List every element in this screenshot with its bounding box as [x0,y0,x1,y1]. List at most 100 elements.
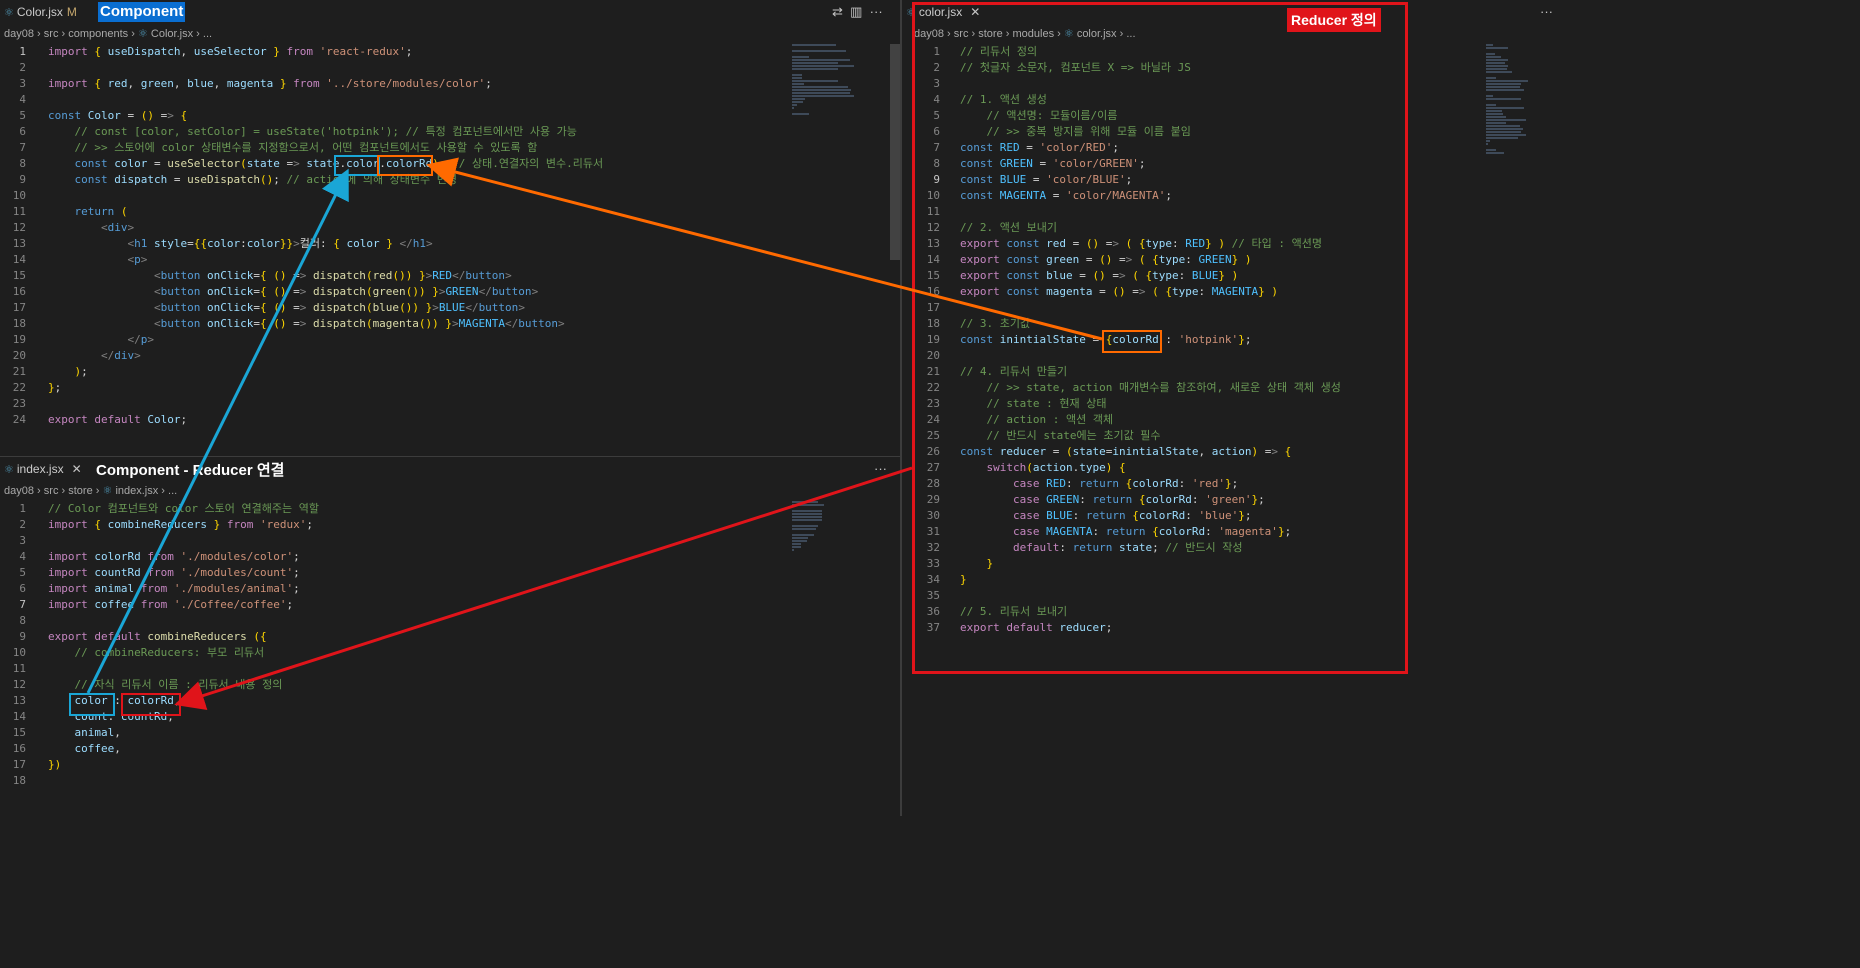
minimap-line [1486,143,1488,145]
code-line[interactable]: 18 [0,773,780,789]
tab-color-jsx[interactable]: ⚛ Color.jsx M [0,0,98,24]
breadcrumb-item[interactable]: ... [203,28,212,40]
minimap-line [792,50,846,52]
editor-color-jsx: ⚛ Color.jsx M Component ⇄ ▥ ··· day08 › sr… [0,0,900,456]
code-line[interactable]: 16 <button onClick={ () => dispatch(gree… [0,284,780,300]
code-line[interactable]: 17}) [0,757,780,773]
minimap-line [1486,137,1518,139]
line-text: // >> 스토어에 color 상태변수를 지정함으로서, 어떤 컴포넌트에서… [74,141,538,154]
code-line[interactable]: 20 </div> [0,348,780,364]
tab-index-jsx[interactable]: ⚛ index.jsx ✕ [0,457,92,481]
code-line[interactable]: 11 return ( [0,204,780,220]
code-line[interactable]: 1 // Color 컴포넌트와 color 스토어 연결해주는 역할 [0,501,780,517]
code-line[interactable]: 4 [0,92,780,108]
code-line[interactable]: 9 export default combineReducers ({ [0,629,780,645]
breadcrumb-item[interactable]: ⚛ Color.jsx [138,28,193,40]
minimap-line [1486,71,1512,73]
code-line[interactable]: 19 </p> [0,332,780,348]
chevron-right-icon: › [37,28,41,40]
breadcrumb-item[interactable]: ⚛ index.jsx [103,485,159,497]
code-line[interactable]: 16 coffee, [0,741,780,757]
code-line[interactable]: 17 <button onClick={ () => dispatch(blue… [0,300,780,316]
breadcrumb: day08 › src › store › ⚛ index.jsx › ... [4,483,177,499]
close-icon[interactable]: ✕ [72,462,82,476]
more-icon[interactable]: ··· [1540,0,1553,24]
code-line[interactable]: 5 import countRd from './modules/count'; [0,565,780,581]
code-line[interactable]: 3 import { red, green, blue, magenta } fr… [0,76,780,92]
compare-icon[interactable]: ⇄ [832,4,843,19]
minimap-line [1486,116,1506,118]
line-number: 6 [19,582,26,595]
minimap-line [792,516,823,518]
scrollbar[interactable] [890,44,900,260]
line-number: 17 [12,758,26,771]
breadcrumb-item[interactable]: ... [168,485,177,497]
code-line[interactable]: 14 count: countRd, [0,709,780,725]
line-text: <div> [100,221,135,234]
line-number: 5 [19,109,26,122]
line-number: 7 [19,598,26,611]
code-line[interactable]: 13 <h1 style={{color:color}}>컬러: { color… [0,236,780,252]
code-line[interactable]: 15 animal, [0,725,780,741]
code-line[interactable]: 3 [0,533,780,549]
line-text: <button onClick={ () => dispatch(green()… [153,285,539,298]
breadcrumb-item[interactable]: day08 [4,28,34,40]
breadcrumb-item[interactable]: components [68,28,128,40]
breadcrumb-item[interactable]: store [68,485,92,497]
breadcrumb-item[interactable]: src [44,28,59,40]
code-line[interactable]: 8 [0,613,780,629]
line-number: 1 [19,45,26,58]
react-icon: ⚛ [137,28,151,40]
split-editor-icon[interactable]: ▥ [850,4,862,19]
code-line[interactable]: 12 // 자식 리듀서 이름 : 리듀서 내용 정의 [0,677,780,693]
code-line[interactable]: 7 import coffee from './Coffee/coffee'; [0,597,780,613]
more-icon[interactable]: ··· [874,457,887,481]
code-line[interactable]: 10 [0,188,780,204]
minimap-line [792,540,808,542]
code-line[interactable]: 5 const Color = () => { [0,108,780,124]
line-text: animal, [74,726,121,739]
code-line[interactable]: 14 <p> [0,252,780,268]
react-icon: ⚛ [102,485,116,497]
minimap-line [1486,149,1497,151]
line-number: 2 [19,61,26,74]
breadcrumb-item[interactable]: day08 [4,485,34,497]
breadcrumb-item[interactable]: src [44,485,59,497]
line-text: // combineReducers: 부모 리듀서 [74,646,265,659]
line-number: 14 [12,710,26,723]
code-line[interactable]: 7 // >> 스토어에 color 상태변수를 지정함으로서, 어떤 컴포넌트… [0,140,780,156]
minimap-line [792,74,802,76]
code-line[interactable]: 6 // const [color, setColor] = useState(… [0,124,780,140]
minimap-line [1486,125,1520,127]
minimap [1486,44,1556,155]
code-line[interactable]: 2 import { combineReducers } from 'redux'… [0,517,780,533]
line-number: 10 [12,646,26,659]
code-line[interactable]: 1 import { useDispatch, useSelector } fro… [0,44,780,60]
code-line[interactable]: 12 <div> [0,220,780,236]
code-line[interactable]: 24 export default Color; [0,412,780,428]
line-number: 10 [12,189,26,202]
line-number: 9 [19,630,26,643]
code-line[interactable]: 23 [0,396,780,412]
minimap [792,501,882,555]
more-icon[interactable]: ··· [870,4,883,19]
line-number: 24 [12,413,26,426]
line-text: <p> [127,253,148,266]
tab-bar: ⚛ Color.jsx M Component ⇄ ▥ ··· [0,0,900,24]
code-line[interactable]: 21 ); [0,364,780,380]
code-line[interactable]: 11 [0,661,780,677]
code-line[interactable]: 6 import animal from './modules/animal'; [0,581,780,597]
code-line[interactable]: 2 [0,60,780,76]
minimap-line [792,510,823,512]
line-text: const color = useSelector(state => state… [74,157,604,170]
minimap-line [1486,83,1522,85]
code-line[interactable]: 18 <button onClick={ () => dispatch(mage… [0,316,780,332]
minimap-line [1486,56,1502,58]
minimap-line [792,92,850,94]
code-line[interactable]: 22}; [0,380,780,396]
code-line[interactable]: 13 color : colorRd, [0,693,780,709]
code-line[interactable]: 4 import colorRd from './modules/color'; [0,549,780,565]
minimap-line [1486,122,1506,124]
code-line[interactable]: 10 // combineReducers: 부모 리듀서 [0,645,780,661]
code-line[interactable]: 15 <button onClick={ () => dispatch(red(… [0,268,780,284]
